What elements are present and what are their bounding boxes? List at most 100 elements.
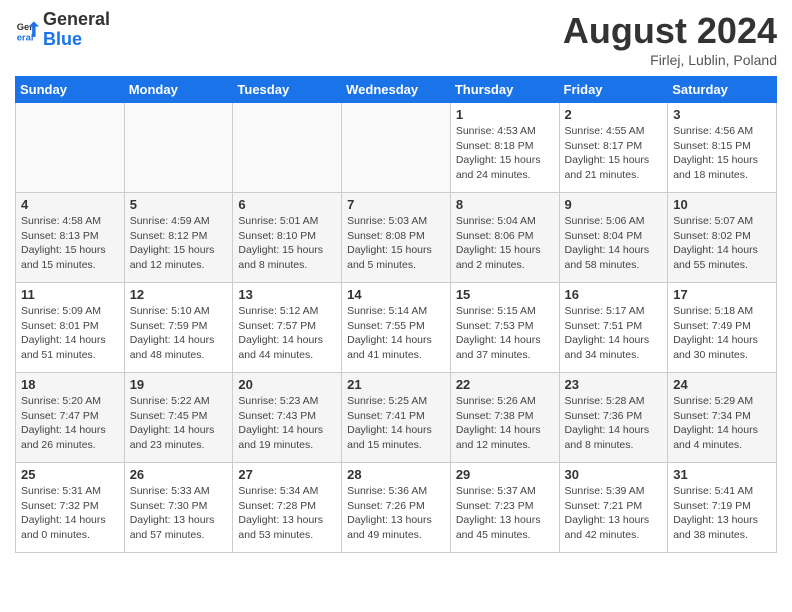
day-number: 7 <box>347 197 445 212</box>
logo-icon: Gen eral <box>15 18 39 42</box>
calendar-cell <box>233 103 342 193</box>
day-header-sunday: Sunday <box>16 77 125 103</box>
day-number: 31 <box>673 467 771 482</box>
calendar-cell <box>124 103 233 193</box>
day-number: 25 <box>21 467 119 482</box>
calendar-cell: 31 Sunrise: 5:41 AM Sunset: 7:19 PM Dayli… <box>668 463 777 553</box>
page-header: Gen eral GeneralBlue August 2024 Firlej,… <box>15 10 777 68</box>
logo: Gen eral GeneralBlue <box>15 10 110 50</box>
day-info: Sunrise: 5:29 AM Sunset: 7:34 PM Dayligh… <box>673 394 771 453</box>
calendar-cell: 16Sunrise: 5:17 AM Sunset: 7:51 PM Dayli… <box>559 283 668 373</box>
day-info: Sunrise: 4:56 AM Sunset: 8:15 PM Dayligh… <box>673 124 771 183</box>
calendar-cell: 8 Sunrise: 5:04 AM Sunset: 8:06 PM Daylig… <box>450 193 559 283</box>
day-info: Sunrise: 5:15 AM Sunset: 7:53 PM Dayligh… <box>456 304 554 363</box>
logo-text: GeneralBlue <box>43 10 110 50</box>
calendar-cell: 9Sunrise: 5:06 AM Sunset: 8:04 PM Daylig… <box>559 193 668 283</box>
calendar-cell: 30Sunrise: 5:39 AM Sunset: 7:21 PM Dayli… <box>559 463 668 553</box>
calendar-cell: 13 Sunrise: 5:12 AM Sunset: 7:57 PM Dayli… <box>233 283 342 373</box>
day-number: 27 <box>238 467 336 482</box>
day-number: 11 <box>21 287 119 302</box>
day-info: Sunrise: 5:33 AM Sunset: 7:30 PM Dayligh… <box>130 484 228 543</box>
day-info: Sunrise: 5:10 AM Sunset: 7:59 PM Dayligh… <box>130 304 228 363</box>
calendar-cell: 4 Sunrise: 4:58 AM Sunset: 8:13 PM Daylig… <box>16 193 125 283</box>
calendar-cell: 5 Sunrise: 4:59 AM Sunset: 8:12 PM Daylig… <box>124 193 233 283</box>
calendar-table: SundayMondayTuesdayWednesdayThursdayFrid… <box>15 76 777 553</box>
day-info: Sunrise: 5:18 AM Sunset: 7:49 PM Dayligh… <box>673 304 771 363</box>
calendar-cell: 20Sunrise: 5:23 AM Sunset: 7:43 PM Dayli… <box>233 373 342 463</box>
calendar-cell: 6Sunrise: 5:01 AM Sunset: 8:10 PM Daylig… <box>233 193 342 283</box>
day-number: 5 <box>130 197 228 212</box>
day-info: Sunrise: 4:55 AM Sunset: 8:17 PM Dayligh… <box>565 124 663 183</box>
days-header-row: SundayMondayTuesdayWednesdayThursdayFrid… <box>16 77 777 103</box>
day-info: Sunrise: 5:37 AM Sunset: 7:23 PM Dayligh… <box>456 484 554 543</box>
day-info: Sunrise: 4:59 AM Sunset: 8:12 PM Dayligh… <box>130 214 228 273</box>
day-number: 6 <box>238 197 336 212</box>
day-number: 24 <box>673 377 771 392</box>
day-number: 13 <box>238 287 336 302</box>
day-info: Sunrise: 5:03 AM Sunset: 8:08 PM Dayligh… <box>347 214 445 273</box>
day-number: 23 <box>565 377 663 392</box>
day-header-thursday: Thursday <box>450 77 559 103</box>
day-info: Sunrise: 5:25 AM Sunset: 7:41 PM Dayligh… <box>347 394 445 453</box>
calendar-cell <box>342 103 451 193</box>
day-info: Sunrise: 5:12 AM Sunset: 7:57 PM Dayligh… <box>238 304 336 363</box>
day-info: Sunrise: 5:39 AM Sunset: 7:21 PM Dayligh… <box>565 484 663 543</box>
day-number: 10 <box>673 197 771 212</box>
day-header-wednesday: Wednesday <box>342 77 451 103</box>
calendar-cell: 1 Sunrise: 4:53 AM Sunset: 8:18 PM Daylig… <box>450 103 559 193</box>
calendar-cell: 28 Sunrise: 5:36 AM Sunset: 7:26 PM Dayli… <box>342 463 451 553</box>
calendar-cell: 19 Sunrise: 5:22 AM Sunset: 7:45 PM Dayli… <box>124 373 233 463</box>
day-number: 17 <box>673 287 771 302</box>
calendar-cell: 17 Sunrise: 5:18 AM Sunset: 7:49 PM Dayli… <box>668 283 777 373</box>
week-row-4: 18Sunrise: 5:20 AM Sunset: 7:47 PM Dayli… <box>16 373 777 463</box>
calendar-cell: 23 Sunrise: 5:28 AM Sunset: 7:36 PM Dayli… <box>559 373 668 463</box>
calendar-cell: 15 Sunrise: 5:15 AM Sunset: 7:53 PM Dayli… <box>450 283 559 373</box>
calendar-cell: 22Sunrise: 5:26 AM Sunset: 7:38 PM Dayli… <box>450 373 559 463</box>
day-header-friday: Friday <box>559 77 668 103</box>
day-number: 4 <box>21 197 119 212</box>
day-number: 2 <box>565 107 663 122</box>
day-number: 14 <box>347 287 445 302</box>
day-info: Sunrise: 4:58 AM Sunset: 8:13 PM Dayligh… <box>21 214 119 273</box>
calendar-cell: 11 Sunrise: 5:09 AM Sunset: 8:01 PM Dayli… <box>16 283 125 373</box>
day-header-monday: Monday <box>124 77 233 103</box>
calendar-cell: 12Sunrise: 5:10 AM Sunset: 7:59 PM Dayli… <box>124 283 233 373</box>
day-number: 26 <box>130 467 228 482</box>
day-info: Sunrise: 5:23 AM Sunset: 7:43 PM Dayligh… <box>238 394 336 453</box>
svg-text:eral: eral <box>17 31 34 42</box>
calendar-cell: 21 Sunrise: 5:25 AM Sunset: 7:41 PM Dayli… <box>342 373 451 463</box>
day-info: Sunrise: 5:31 AM Sunset: 7:32 PM Dayligh… <box>21 484 119 543</box>
calendar-cell: 29 Sunrise: 5:37 AM Sunset: 7:23 PM Dayli… <box>450 463 559 553</box>
day-info: Sunrise: 5:26 AM Sunset: 7:38 PM Dayligh… <box>456 394 554 453</box>
calendar-cell: 25 Sunrise: 5:31 AM Sunset: 7:32 PM Dayli… <box>16 463 125 553</box>
calendar-cell: 3 Sunrise: 4:56 AM Sunset: 8:15 PM Daylig… <box>668 103 777 193</box>
day-number: 29 <box>456 467 554 482</box>
day-number: 15 <box>456 287 554 302</box>
day-header-tuesday: Tuesday <box>233 77 342 103</box>
week-row-2: 4 Sunrise: 4:58 AM Sunset: 8:13 PM Daylig… <box>16 193 777 283</box>
title-block: August 2024 Firlej, Lublin, Poland <box>563 10 777 68</box>
day-info: Sunrise: 5:20 AM Sunset: 7:47 PM Dayligh… <box>21 394 119 453</box>
day-info: Sunrise: 5:14 AM Sunset: 7:55 PM Dayligh… <box>347 304 445 363</box>
day-info: Sunrise: 5:07 AM Sunset: 8:02 PM Dayligh… <box>673 214 771 273</box>
day-info: Sunrise: 5:06 AM Sunset: 8:04 PM Dayligh… <box>565 214 663 273</box>
day-number: 16 <box>565 287 663 302</box>
location: Firlej, Lublin, Poland <box>563 52 777 68</box>
day-number: 1 <box>456 107 554 122</box>
calendar-cell: 26 Sunrise: 5:33 AM Sunset: 7:30 PM Dayli… <box>124 463 233 553</box>
day-info: Sunrise: 5:36 AM Sunset: 7:26 PM Dayligh… <box>347 484 445 543</box>
day-info: Sunrise: 5:04 AM Sunset: 8:06 PM Dayligh… <box>456 214 554 273</box>
day-info: Sunrise: 5:22 AM Sunset: 7:45 PM Dayligh… <box>130 394 228 453</box>
day-number: 28 <box>347 467 445 482</box>
day-info: Sunrise: 5:28 AM Sunset: 7:36 PM Dayligh… <box>565 394 663 453</box>
day-info: Sunrise: 4:53 AM Sunset: 8:18 PM Dayligh… <box>456 124 554 183</box>
day-info: Sunrise: 5:09 AM Sunset: 8:01 PM Dayligh… <box>21 304 119 363</box>
day-number: 19 <box>130 377 228 392</box>
day-number: 21 <box>347 377 445 392</box>
day-number: 8 <box>456 197 554 212</box>
month-title: August 2024 <box>563 10 777 52</box>
day-number: 3 <box>673 107 771 122</box>
day-info: Sunrise: 5:41 AM Sunset: 7:19 PM Dayligh… <box>673 484 771 543</box>
day-header-saturday: Saturday <box>668 77 777 103</box>
calendar-cell: 18Sunrise: 5:20 AM Sunset: 7:47 PM Dayli… <box>16 373 125 463</box>
